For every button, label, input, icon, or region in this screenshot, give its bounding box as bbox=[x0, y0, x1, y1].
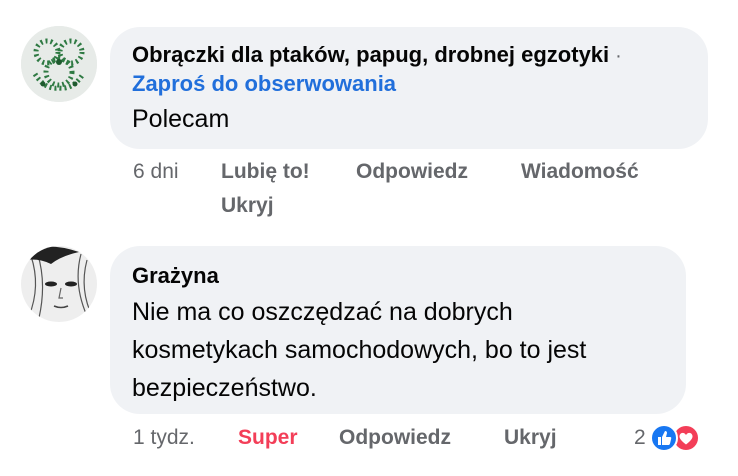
comment-text: Polecam bbox=[132, 105, 230, 133]
avatar-obraczki[interactable] bbox=[21, 26, 97, 102]
hide-button[interactable]: Ukryj bbox=[221, 194, 274, 218]
comment-actions-2: 1 tydz. Super Odpowiedz Ukryj bbox=[0, 426, 738, 456]
comment-actions-1: 6 dni Lubię to! Odpowiedz Wiadomość Ukry… bbox=[0, 160, 738, 220]
reaction-summary[interactable]: 2 bbox=[634, 422, 700, 454]
hide-button[interactable]: Ukryj bbox=[504, 426, 557, 450]
comment-author[interactable]: Obrączki dla ptaków, papug, drobnej egzo… bbox=[132, 42, 609, 67]
comment-timestamp[interactable]: 1 tydz. bbox=[133, 426, 195, 450]
super-reaction-button[interactable]: Super bbox=[238, 426, 298, 450]
like-button[interactable]: Lubię to! bbox=[221, 160, 310, 184]
like-reaction-icon bbox=[649, 424, 678, 452]
separator-dot: · bbox=[615, 45, 622, 67]
message-button[interactable]: Wiadomość bbox=[521, 160, 639, 184]
comment-author[interactable]: Grażyna bbox=[132, 262, 666, 290]
comment-text-line-3: bezpieczeństwo. bbox=[132, 374, 317, 402]
invite-to-follow-link[interactable]: Zaproś do obserwowania bbox=[132, 69, 688, 99]
comment-bubble-2: Grażyna Nie ma co oszczędzać na dobrych … bbox=[110, 246, 686, 414]
reply-button[interactable]: Odpowiedz bbox=[339, 426, 451, 450]
comment-bubble-1: Obrączki dla ptaków, papug, drobnej egzo… bbox=[110, 27, 708, 149]
avatar-grazyna[interactable] bbox=[21, 246, 97, 322]
comment-text-line-1: Nie ma co oszczędzać na dobrych bbox=[132, 298, 513, 326]
comment-timestamp[interactable]: 6 dni bbox=[133, 160, 179, 184]
comment-text-line-2: kosmetykach samochodowych, bo to jest bbox=[132, 336, 587, 364]
reply-button[interactable]: Odpowiedz bbox=[356, 160, 468, 184]
reaction-count: 2 bbox=[634, 426, 646, 449]
green-bead-logo-icon bbox=[21, 26, 97, 102]
sketch-portrait-icon bbox=[21, 246, 97, 322]
